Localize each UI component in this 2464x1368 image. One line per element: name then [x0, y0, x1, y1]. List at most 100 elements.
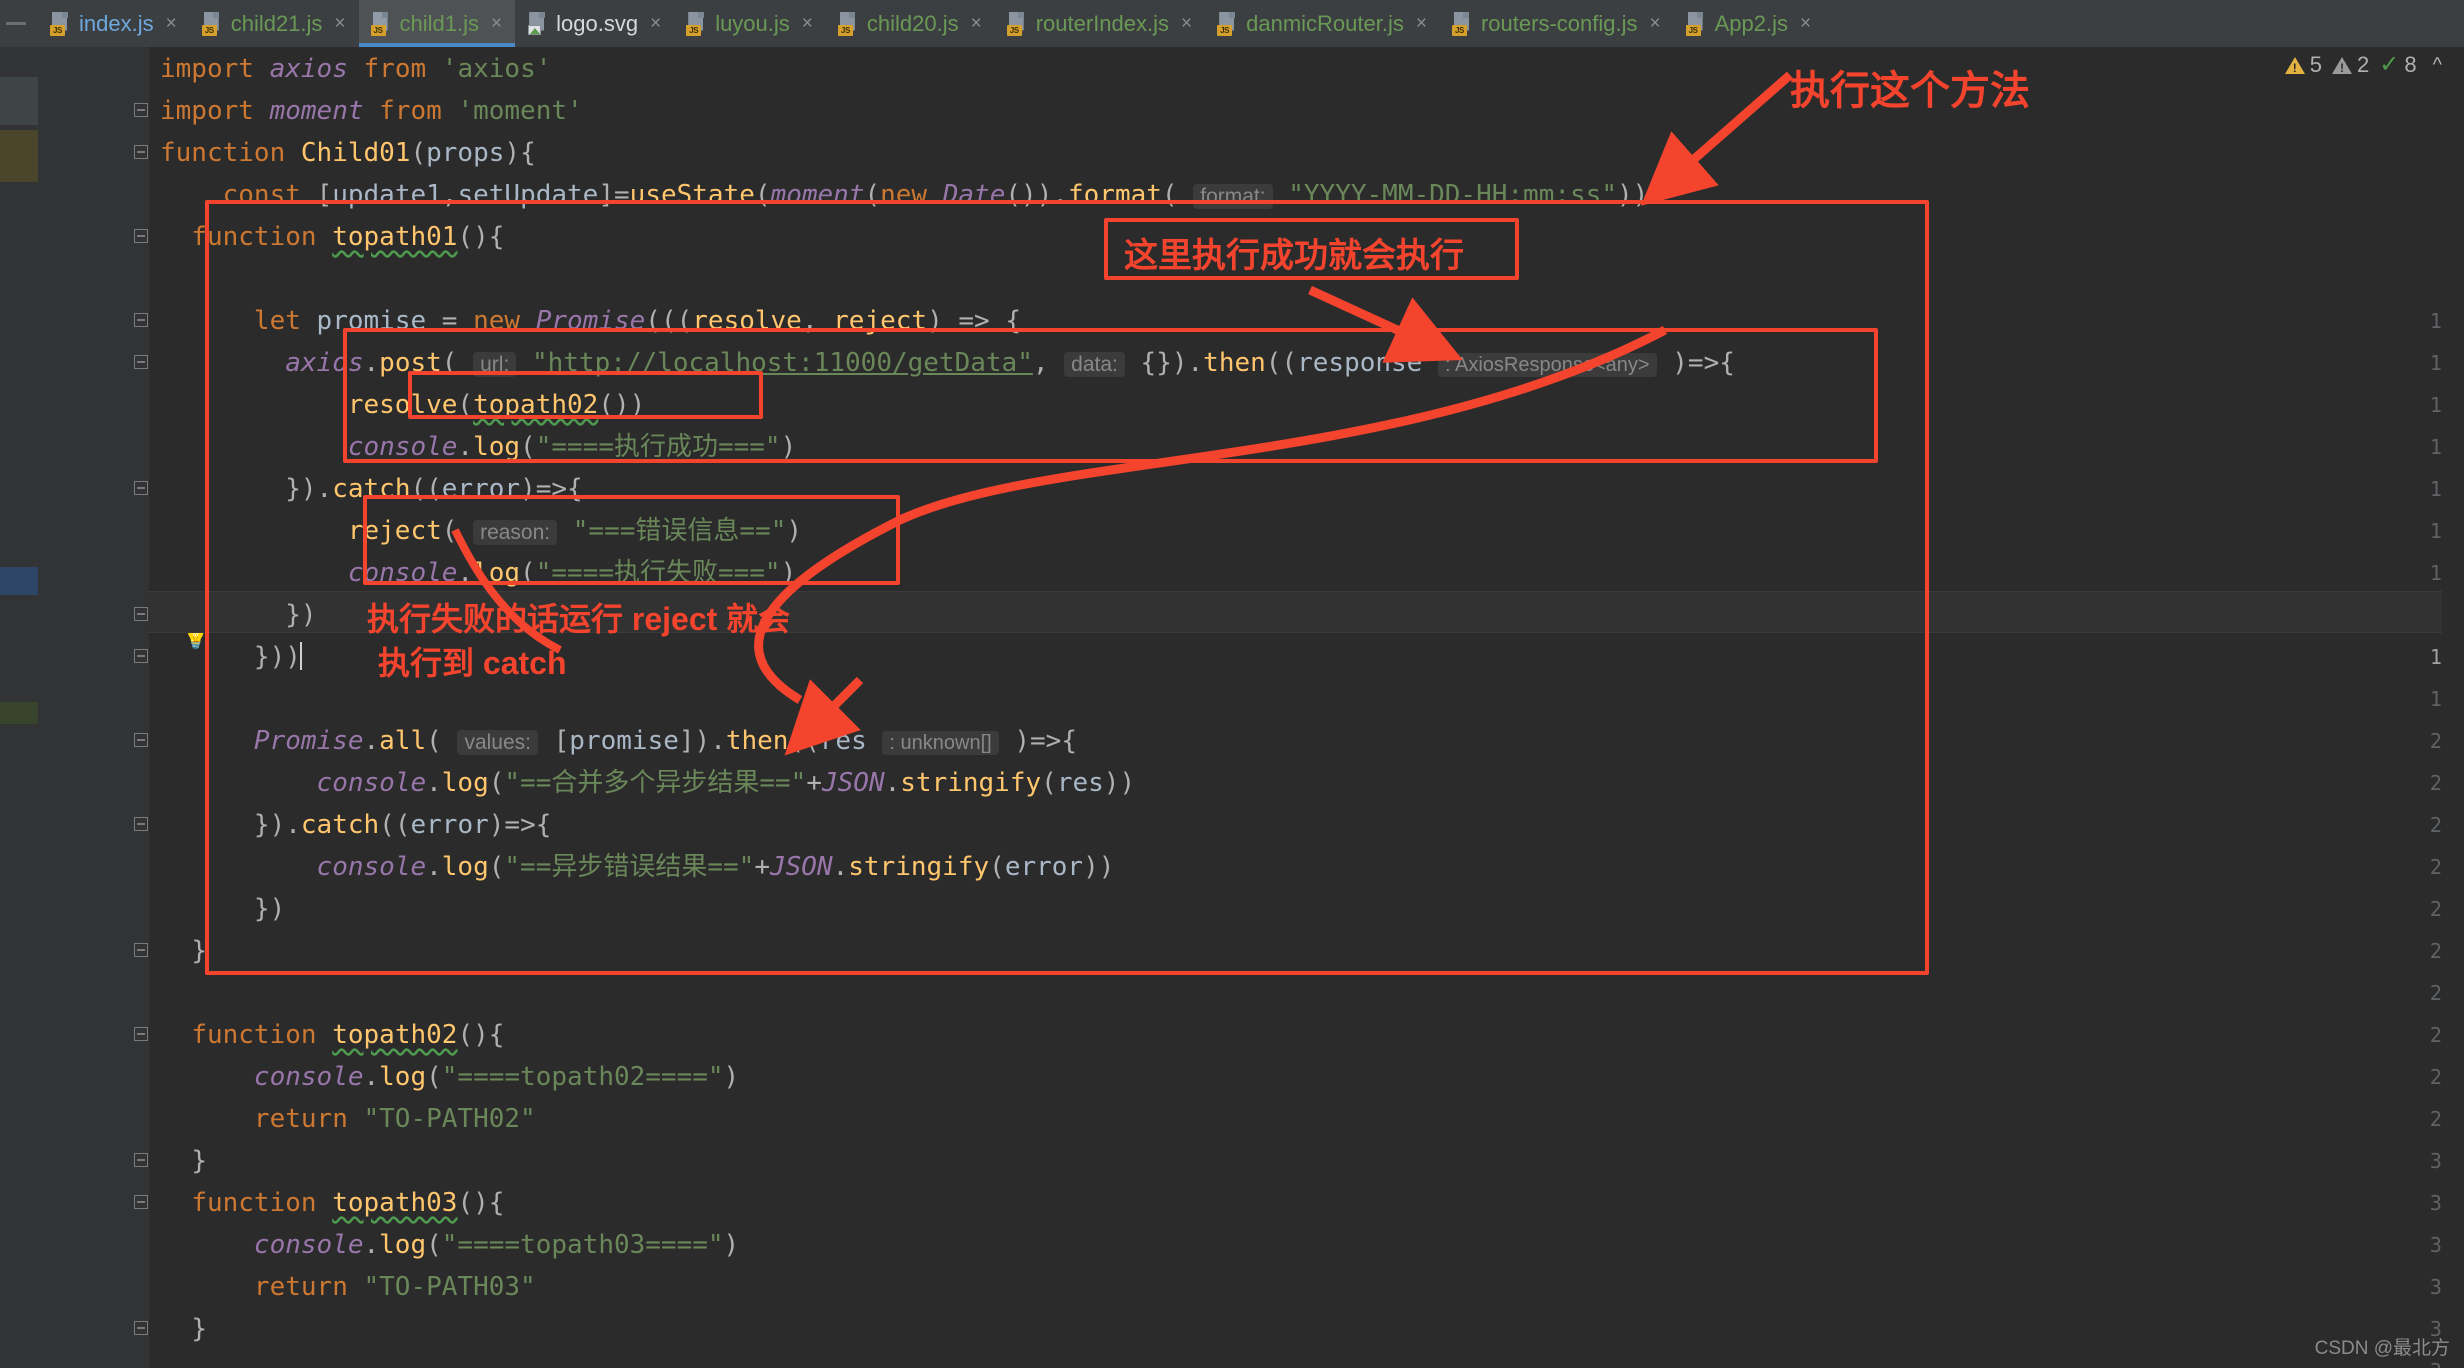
code-punct: {: [488, 1188, 505, 1218]
code-token: then: [1203, 348, 1266, 378]
code-token: log: [379, 1230, 427, 1260]
code-line[interactable]: console.log("==异步错误结果=="+JSON.stringify(…: [160, 846, 1115, 888]
inspection-widget[interactable]: 5 2 ✓ 8 ^: [2284, 52, 2442, 78]
code-token: new: [473, 306, 521, 336]
close-icon[interactable]: ×: [1181, 14, 1192, 33]
close-icon[interactable]: ×: [1800, 14, 1811, 33]
code-line[interactable]: return "TO-PATH02": [160, 1098, 536, 1140]
code-token: response: [1297, 348, 1423, 378]
close-icon[interactable]: ×: [650, 14, 661, 33]
code-line[interactable]: })): [160, 636, 302, 678]
editor-tab-routers-config-js[interactable]: JS routers-config.js ×: [1439, 0, 1674, 47]
annotation-label-fail-reject-line2: 执行到 catch: [378, 645, 567, 681]
code-token: error: [441, 474, 521, 504]
string-literal: "TO-PATH03": [363, 1272, 536, 1302]
code-line[interactable]: function Child01(props){: [160, 132, 536, 174]
code-token: moment: [770, 180, 865, 210]
editor-scrollbar[interactable]: [2442, 47, 2464, 1368]
code-punct: (: [488, 768, 505, 798]
code-punct: >: [551, 474, 568, 504]
close-icon[interactable]: ×: [166, 14, 177, 33]
tab-label: child21.js: [230, 10, 323, 36]
code-punct: ): [1616, 180, 1633, 210]
code-punct: ): [504, 138, 521, 168]
code-line[interactable]: }: [160, 1140, 207, 1182]
code-line[interactable]: axios.post( url: "http://localhost:11000…: [160, 342, 1735, 384]
editor-tab-index-js[interactable]: JS index.js ×: [38, 0, 190, 47]
code-line[interactable]: Promise.all( values: [promise]).then((re…: [160, 720, 1077, 762]
weak-warnings-indicator[interactable]: 2: [2332, 52, 2369, 78]
code-punct: ): [613, 390, 630, 420]
warnings-indicator[interactable]: 5: [2284, 52, 2322, 78]
code-punct: ): [694, 726, 711, 756]
editor-tab-app2-js[interactable]: JS App2.js ×: [1673, 0, 1825, 47]
code-line[interactable]: resolve(topath02()): [160, 384, 645, 426]
editor-tab-logo-svg[interactable]: logo.svg ×: [515, 0, 675, 47]
code-line[interactable]: return "TO-PATH03": [160, 1266, 536, 1308]
code-punct: {: [520, 138, 536, 168]
code-punct: =: [958, 306, 975, 336]
annotation-label-success-here: 这里执行成功就会执行: [1124, 237, 1464, 275]
watermark: CSDN @最北方: [2314, 1338, 2450, 1359]
code-line[interactable]: }: [160, 1308, 207, 1350]
code-line[interactable]: const [update1,setUpdate]=useState(momen…: [160, 174, 1649, 216]
code-line[interactable]: reject( reason: "===错误信息=="): [160, 510, 802, 552]
close-icon[interactable]: ×: [1650, 14, 1661, 33]
warning-triangle-icon: [2332, 56, 2352, 75]
code-punct: ): [473, 1188, 489, 1218]
close-icon[interactable]: ×: [802, 14, 813, 33]
string-literal: "====执行失败===": [535, 558, 781, 588]
code-punct: .: [884, 768, 901, 798]
code-line[interactable]: import moment from 'moment': [160, 90, 583, 132]
code-line[interactable]: console.log("====执行失败==="): [160, 552, 796, 594]
code-token: topath02: [473, 390, 599, 420]
code-punct: }: [1156, 348, 1172, 378]
code-line[interactable]: function topath02(){: [160, 1014, 504, 1056]
editor-tab-child21-js[interactable]: JS child21.js ×: [189, 0, 359, 47]
code-punct: ): [1632, 180, 1649, 210]
code-line[interactable]: }): [160, 594, 316, 636]
code-line[interactable]: function topath01(){: [160, 216, 504, 258]
code-token: format: [1068, 180, 1162, 210]
weak-warnings-count: 2: [2357, 52, 2370, 77]
editor-tab-danmicrouter-js[interactable]: JS danmicRouter.js ×: [1205, 0, 1440, 47]
code-token: axios: [269, 54, 348, 84]
code-line[interactable]: import axios from 'axios': [160, 48, 551, 90]
string-literal: "http://localhost:11000/getData": [531, 348, 1033, 378]
close-icon[interactable]: ×: [971, 14, 982, 33]
code-line[interactable]: console.log("==合并多个异步结果=="+JSON.stringif…: [160, 762, 1136, 804]
close-icon[interactable]: ×: [1416, 14, 1427, 33]
code-line[interactable]: let promise = new Promise(((resolve, rej…: [160, 300, 1021, 342]
chevron-up-icon[interactable]: ^: [2433, 54, 2442, 77]
code-token: function: [191, 1020, 317, 1050]
code-punct: >: [974, 306, 990, 336]
ok-indicator[interactable]: ✓ 8: [2379, 52, 2416, 78]
parameter-hint: values:: [457, 730, 538, 755]
parameter-hint: data:: [1064, 352, 1125, 377]
code-token: reject: [347, 516, 442, 546]
parameter-hint: reason:: [473, 520, 558, 545]
code-line[interactable]: }: [160, 930, 207, 972]
code-line[interactable]: }): [160, 888, 285, 930]
tab-label: logo.svg: [556, 10, 639, 36]
code-line[interactable]: function topath03(){: [160, 1182, 504, 1224]
editor-tab-routerindex-js[interactable]: JS routerIndex.js ×: [994, 0, 1206, 47]
code-line[interactable]: }).catch((error)=>{: [160, 804, 551, 846]
string-literal: "====topath03====": [441, 1230, 724, 1260]
code-token: Child01: [300, 138, 411, 168]
code-token: Date: [942, 180, 1006, 210]
code-punct: ,: [1032, 348, 1049, 378]
code-token: stringify: [848, 852, 990, 882]
code-line[interactable]: console.log("====topath02===="): [160, 1056, 739, 1098]
editor-tab-child1-js[interactable]: JS child1.js ×: [358, 0, 516, 47]
code-punct: ): [723, 1062, 740, 1092]
close-icon[interactable]: ×: [334, 14, 345, 33]
code-line[interactable]: console.log("====执行成功==="): [160, 426, 796, 468]
code-punct: }: [253, 810, 270, 840]
editor-tab-luyou-js[interactable]: JS luyou.js ×: [674, 0, 826, 47]
editor-tab-child20-js[interactable]: JS child20.js ×: [825, 0, 995, 47]
tab-label: danmicRouter.js: [1246, 10, 1404, 36]
code-line[interactable]: console.log("====topath03===="): [160, 1224, 739, 1266]
code-line[interactable]: }).catch((error)=>{: [160, 468, 582, 510]
close-icon[interactable]: ×: [491, 14, 502, 33]
